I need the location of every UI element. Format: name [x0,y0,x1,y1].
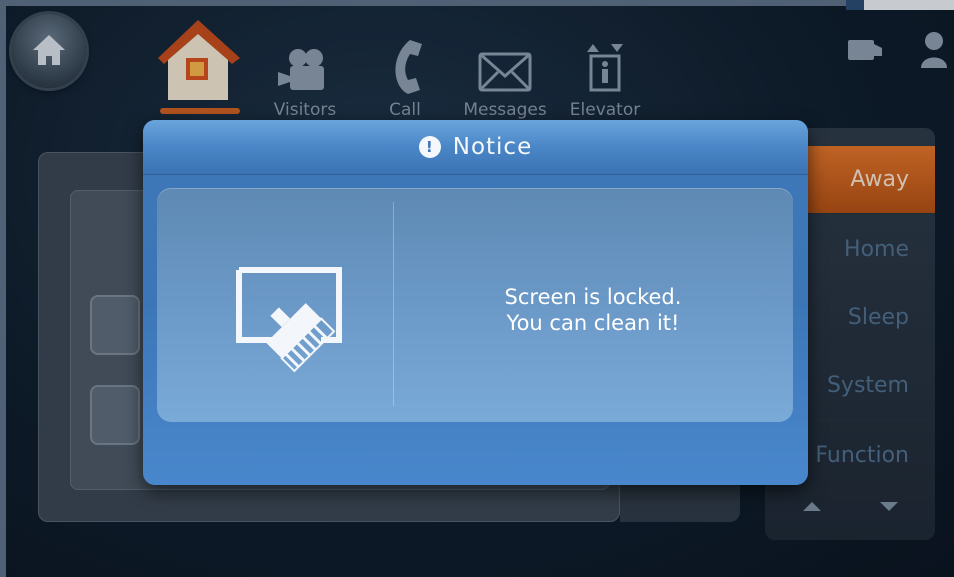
message-line-1: Screen is locked. [504,285,682,309]
dialog-header: ! Notice [143,120,808,175]
exclamation-icon: ! [418,136,441,158]
dialog-title-row: ! Notice [143,132,808,160]
dialog-body: Screen is locked. You can clean it! [157,188,793,422]
notice-dialog: ! Notice Screen is locked. You can clean… [143,120,808,485]
lock-message: Screen is locked. You can clean it! [393,284,793,336]
message-line-2: You can clean it! [506,311,680,335]
dialog-title: Notice [452,134,533,160]
screen-cleaning-icon [236,267,342,373]
